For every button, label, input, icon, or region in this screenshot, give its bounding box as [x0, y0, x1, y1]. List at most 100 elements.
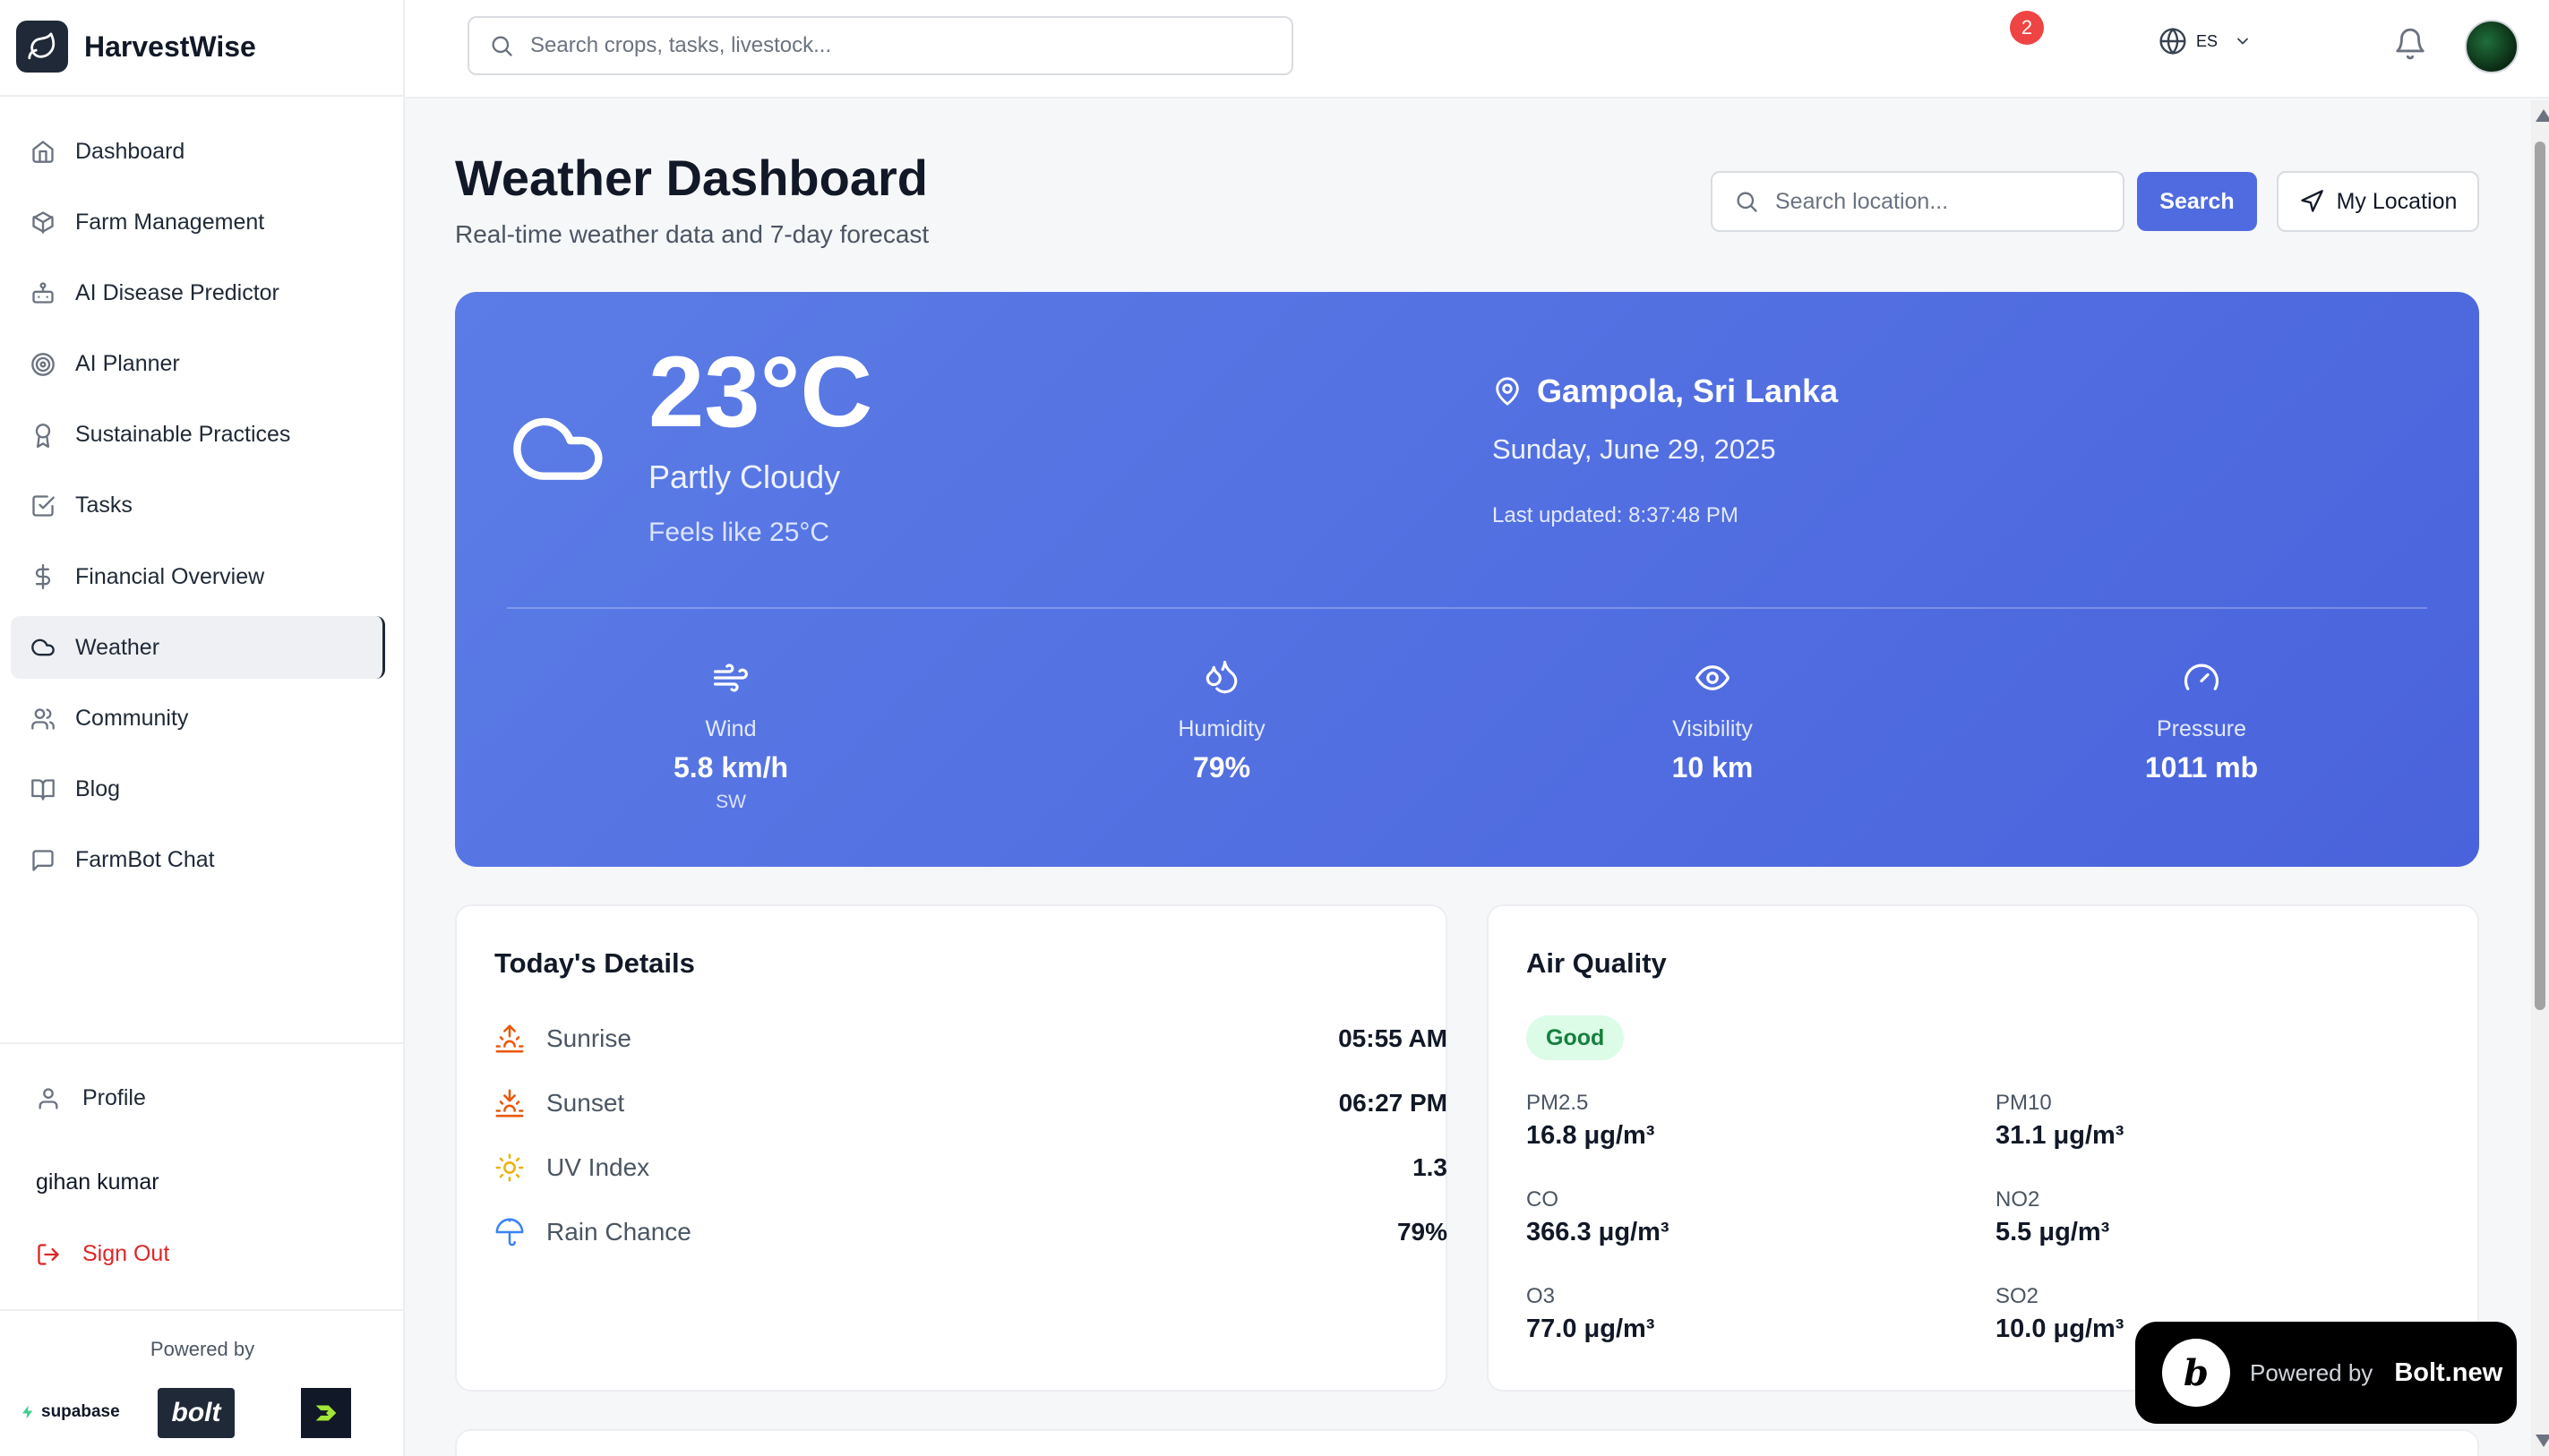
location-name: Gampola, Sri Lanka: [1537, 373, 1839, 409]
my-location-button[interactable]: My Location: [2277, 171, 2479, 232]
current-temperature: 23°C: [648, 336, 873, 448]
sidebar-item-financial-overview[interactable]: Financial Overview: [11, 545, 385, 608]
co-metric: CO 366.3 μg/m³: [1526, 1187, 1902, 1247]
sidebar-item-label: Farm Management: [75, 209, 265, 235]
sidebar-item-weather[interactable]: Weather: [11, 616, 385, 680]
todays-details-card: Today's Details Sunrise 05:55 AM Sunset …: [455, 904, 1447, 1392]
air-quality-card: Air Quality Good PM2.5 16.8 μg/m³ PM10 3…: [1487, 904, 2479, 1392]
sidebar-item-label: Financial Overview: [75, 563, 265, 589]
weather-condition: Partly Cloudy: [648, 458, 841, 495]
global-search-input[interactable]: [530, 33, 1265, 58]
bot-icon: [32, 282, 54, 304]
droplets-icon: [1206, 660, 1238, 694]
search-icon: [492, 36, 512, 56]
sidebar-item-label: Community: [75, 706, 189, 731]
sidebar-item-community[interactable]: Community: [11, 688, 385, 750]
brand[interactable]: HarvestWise: [16, 20, 256, 73]
pressure-label: Pressure: [2156, 716, 2247, 741]
location-search-input[interactable]: [1775, 188, 2116, 215]
supabase-bolt-icon: [22, 1405, 33, 1419]
location-search[interactable]: [1711, 171, 2124, 232]
dollar-icon: [35, 564, 51, 590]
sidebar-item-label: AI Planner: [75, 351, 180, 377]
award-icon: [35, 423, 51, 448]
detail-label: Sunrise: [546, 1024, 631, 1052]
forecast-card: [455, 1429, 2479, 1456]
globe-icon: [2159, 27, 2186, 56]
user-icon: [39, 1087, 58, 1109]
divider: [507, 607, 2427, 609]
status-badge: Good: [1526, 1015, 1625, 1060]
sign-out-button[interactable]: Sign Out: [36, 1241, 169, 1267]
powered-by-label: Powered by: [150, 1338, 255, 1360]
log-out-icon: [38, 1243, 59, 1265]
scrollbar-thumb[interactable]: [2535, 141, 2545, 1010]
sign-out-label: Sign Out: [82, 1241, 170, 1266]
bolt-name: Bolt.new: [2394, 1358, 2503, 1387]
wind-icon: [713, 664, 748, 692]
location: Gampola, Sri Lanka: [1492, 373, 1838, 410]
search-button[interactable]: Search: [2137, 172, 2257, 231]
metric-value: 366.3 μg/m³: [1526, 1218, 1669, 1246]
metric-value: 5.5 μg/m³: [1995, 1218, 2110, 1246]
bolt-logo[interactable]: bolt: [158, 1388, 235, 1438]
bolt-powered-label: Powered by: [2250, 1358, 2373, 1386]
divider: [0, 95, 405, 97]
sponsor-logos: supabase bolt: [20, 1386, 360, 1440]
detail-value: 1.3: [1412, 1153, 1447, 1181]
sidebar-item-label: Sustainable Practices: [75, 422, 291, 448]
detail-label: Rain Chance: [546, 1218, 691, 1246]
scroll-up-arrow-icon[interactable]: [2536, 109, 2549, 122]
current-date: Sunday, June 29, 2025: [1492, 433, 1776, 465]
sponsor-mark-icon: [315, 1405, 337, 1421]
page-subtitle: Real-time weather data and 7-day forecas…: [455, 220, 930, 248]
notifications-button[interactable]: [2393, 27, 2429, 63]
pressure-value: 1011 mb: [2144, 751, 2259, 784]
sidebar-item-label: Blog: [75, 776, 121, 802]
metric-label: PM2.5: [1526, 1091, 1589, 1115]
metric-label: SO2: [1995, 1284, 2039, 1308]
rain-chance-row: Rain Chance 79%: [494, 1214, 1447, 1250]
eye-icon: [1695, 665, 1730, 690]
sponsor-logo[interactable]: [301, 1388, 351, 1438]
avatar[interactable]: [2465, 20, 2519, 73]
sidebar-item-tasks[interactable]: Tasks: [11, 475, 385, 537]
visibility-stat: Visibility 10 km: [1578, 659, 1847, 784]
my-location-label: My Location: [2336, 188, 2458, 214]
metric-label: CO: [1526, 1187, 1558, 1212]
bolt-b-icon: b: [2162, 1339, 2230, 1407]
topbar: ES: [405, 0, 2549, 98]
target-icon: [31, 352, 55, 376]
sidebar-item-farmbot-chat[interactable]: FarmBot Chat: [11, 829, 385, 892]
cloud-icon: [31, 639, 55, 656]
supabase-label: supabase: [41, 1402, 120, 1421]
sidebar-item-label: FarmBot Chat: [75, 847, 215, 873]
sidebar-item-sustainable-practices[interactable]: Sustainable Practices: [11, 404, 385, 467]
o3-metric: O3 77.0 μg/m³: [1526, 1284, 1902, 1344]
sunset-icon: [495, 1089, 524, 1118]
uv-index-row: UV Index 1.3: [494, 1150, 1447, 1186]
metric-label: O3: [1526, 1284, 1556, 1308]
sidebar-item-ai-disease-predictor[interactable]: AI Disease Predictor: [11, 261, 385, 324]
sunrise-icon: [495, 1024, 524, 1053]
language-selector[interactable]: ES: [2158, 27, 2252, 56]
profile-link[interactable]: Profile: [36, 1085, 146, 1111]
sidebar-item-dashboard[interactable]: Dashboard: [11, 120, 385, 183]
visibility-value: 10 km: [1671, 751, 1754, 784]
powered-by-bolt-badge[interactable]: b Powered by Bolt.new: [2135, 1322, 2517, 1424]
current-weather-card: 23°C Partly Cloudy Feels like 25°C Gampo…: [455, 292, 2479, 867]
sunrise-row: Sunrise 05:55 AM: [494, 1021, 1447, 1057]
global-search[interactable]: [468, 16, 1293, 75]
sidebar-item-ai-planner[interactable]: AI Planner: [11, 333, 385, 396]
sidebar-item-blog[interactable]: Blog: [11, 758, 385, 821]
sidebar-item-farm-management[interactable]: Farm Management: [11, 191, 385, 253]
page-title: Weather Dashboard: [455, 150, 928, 206]
brand-name: HarvestWise: [84, 30, 256, 63]
cloud-icon: [513, 417, 603, 480]
book-icon: [31, 779, 55, 801]
scroll-down-arrow-icon[interactable]: [2536, 1435, 2549, 1447]
supabase-logo[interactable]: supabase: [20, 1402, 120, 1422]
last-updated: Last updated: 8:37:48 PM: [1492, 503, 1738, 527]
box-icon: [32, 211, 54, 235]
profile-label: Profile: [82, 1085, 146, 1110]
